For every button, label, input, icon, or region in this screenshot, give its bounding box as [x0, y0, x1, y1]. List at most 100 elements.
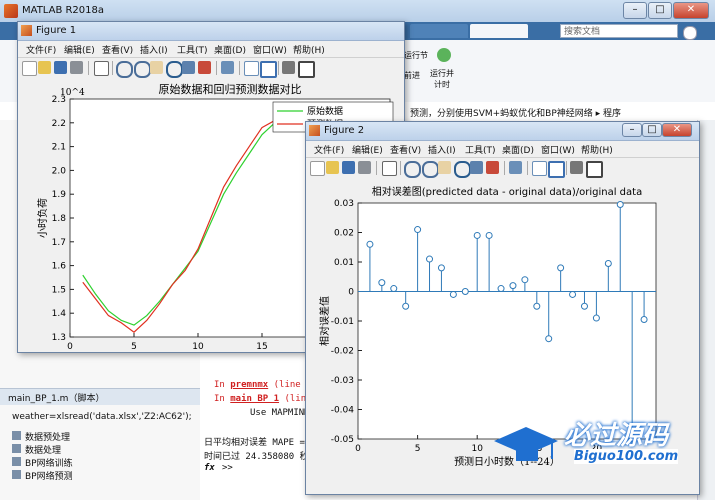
menu-insert[interactable]: 插入(I): [140, 43, 168, 56]
menu-edit[interactable]: 编辑(E): [64, 43, 95, 56]
show-tools-icon[interactable]: [298, 61, 315, 78]
colorbar-icon[interactable]: [244, 61, 259, 76]
toolbar-separator: [376, 161, 377, 175]
menu-window[interactable]: 窗口(W): [541, 143, 575, 156]
toolbar-separator: [527, 161, 528, 175]
legend-icon[interactable]: [260, 61, 277, 78]
data-cursor-icon[interactable]: [182, 61, 195, 74]
link-plot-icon[interactable]: [221, 61, 234, 74]
zoom-out-icon[interactable]: [422, 161, 439, 178]
save-icon[interactable]: [342, 161, 355, 174]
stem-marker: [473, 231, 481, 239]
ribbon-tab[interactable]: [410, 24, 468, 38]
x-tick-label: 0: [67, 342, 73, 352]
stem-marker: [426, 255, 434, 263]
figure2-titlebar[interactable]: Figure 2 – □ ✕: [306, 122, 699, 141]
menu-desktop[interactable]: 桌面(D): [502, 143, 534, 156]
cmd-text: In: [214, 380, 231, 390]
search-input[interactable]: 搜索文档: [560, 24, 678, 38]
section-item[interactable]: BP网络预测: [12, 469, 73, 482]
y-tick-label: -0.03: [331, 376, 354, 386]
y-tick-label: 1.7: [52, 238, 66, 248]
new-figure-icon[interactable]: [22, 61, 37, 76]
pan-icon[interactable]: [150, 61, 163, 74]
hide-tools-icon[interactable]: [282, 61, 295, 74]
close-button[interactable]: ✕: [673, 2, 709, 19]
ribbon-tab-active[interactable]: [470, 24, 528, 38]
stem-marker: [461, 288, 469, 295]
menu-desktop[interactable]: 桌面(D): [214, 43, 246, 56]
path-text[interactable]: 预测，分别使用SVM+蚂蚁优化和BP神经网络 ▸ 程序: [410, 106, 621, 119]
menu-view[interactable]: 查看(V): [390, 143, 421, 156]
menu-tools[interactable]: 工具(T): [177, 43, 208, 56]
close-button[interactable]: ✕: [662, 123, 692, 137]
ribbon-run-time-label[interactable]: 运行并 计时: [430, 68, 454, 90]
section-item[interactable]: BP网络训练: [12, 456, 73, 469]
section-label: BP网络训练: [25, 459, 73, 469]
menu-view[interactable]: 查看(V): [102, 43, 133, 56]
stem-marker: [569, 290, 577, 298]
zoom-in-icon[interactable]: [404, 161, 421, 178]
ribbon-run-section-label[interactable]: 运行节: [404, 50, 428, 61]
cmd-link[interactable]: premnmx: [230, 380, 268, 390]
print-icon[interactable]: [358, 161, 371, 174]
matlab-logo-icon: [4, 4, 18, 18]
minimize-button[interactable]: –: [622, 123, 642, 137]
cmd-text: In: [214, 394, 231, 404]
colorbar-icon[interactable]: [532, 161, 547, 176]
menu-insert[interactable]: 插入(I): [428, 143, 456, 156]
matlab-titlebar: [0, 0, 715, 23]
open-file-icon[interactable]: [326, 161, 339, 174]
y-tick-label: 1.5: [52, 285, 66, 295]
y-tick-label: 2.3: [52, 95, 66, 105]
print-icon[interactable]: [70, 61, 83, 74]
toolbar-separator: [216, 61, 217, 75]
rotate-icon[interactable]: [166, 61, 183, 78]
menu-help[interactable]: 帮助(H): [293, 43, 325, 56]
x-tick-label: 15: [256, 342, 267, 352]
zoom-out-icon[interactable]: [134, 61, 151, 78]
run-time-icon[interactable]: [437, 48, 451, 62]
rotate-icon[interactable]: [454, 161, 471, 178]
search-icon[interactable]: [683, 26, 697, 40]
maximize-button[interactable]: □: [648, 2, 672, 19]
maximize-button[interactable]: □: [642, 123, 662, 137]
new-figure-icon[interactable]: [310, 161, 325, 176]
y-tick-label: 0: [348, 288, 354, 298]
save-icon[interactable]: [54, 61, 67, 74]
pan-icon[interactable]: [438, 161, 451, 174]
y-tick-label: 1.9: [52, 190, 67, 200]
x-tick-label: 10: [192, 342, 204, 352]
figure1-titlebar[interactable]: Figure 1: [18, 22, 404, 41]
y-tick-label: -0.01: [331, 317, 354, 327]
pointer-icon[interactable]: [94, 61, 109, 76]
figure-icon: [309, 125, 320, 136]
menu-file[interactable]: 文件(F): [314, 143, 344, 156]
minimize-button[interactable]: –: [623, 2, 647, 19]
stem-marker: [592, 314, 600, 322]
stem-marker: [616, 200, 624, 208]
stem-marker: [533, 302, 541, 310]
menu-edit[interactable]: 编辑(E): [352, 143, 383, 156]
menu-window[interactable]: 窗口(W): [253, 43, 287, 56]
section-item[interactable]: 数据处理: [12, 443, 73, 456]
cell-icon: [12, 457, 21, 466]
brush-icon[interactable]: [198, 61, 211, 74]
ribbon-advance-label[interactable]: 前进: [404, 70, 420, 81]
link-plot-icon[interactable]: [509, 161, 522, 174]
menu-file[interactable]: 文件(F): [26, 43, 56, 56]
show-tools-icon[interactable]: [586, 161, 603, 178]
open-file-icon[interactable]: [38, 61, 51, 74]
toolbar-separator: [566, 161, 567, 175]
pointer-icon[interactable]: [382, 161, 397, 176]
menu-tools[interactable]: 工具(T): [465, 143, 496, 156]
section-item[interactable]: 数据预处理: [12, 430, 73, 443]
app-title: MATLAB R2018a: [22, 5, 105, 16]
zoom-in-icon[interactable]: [116, 61, 133, 78]
hide-tools-icon[interactable]: [570, 161, 583, 174]
data-cursor-icon[interactable]: [470, 161, 483, 174]
brush-icon[interactable]: [486, 161, 499, 174]
menu-help[interactable]: 帮助(H): [581, 143, 613, 156]
legend-icon[interactable]: [548, 161, 565, 178]
cmd-link[interactable]: main_BP_1: [230, 394, 279, 404]
